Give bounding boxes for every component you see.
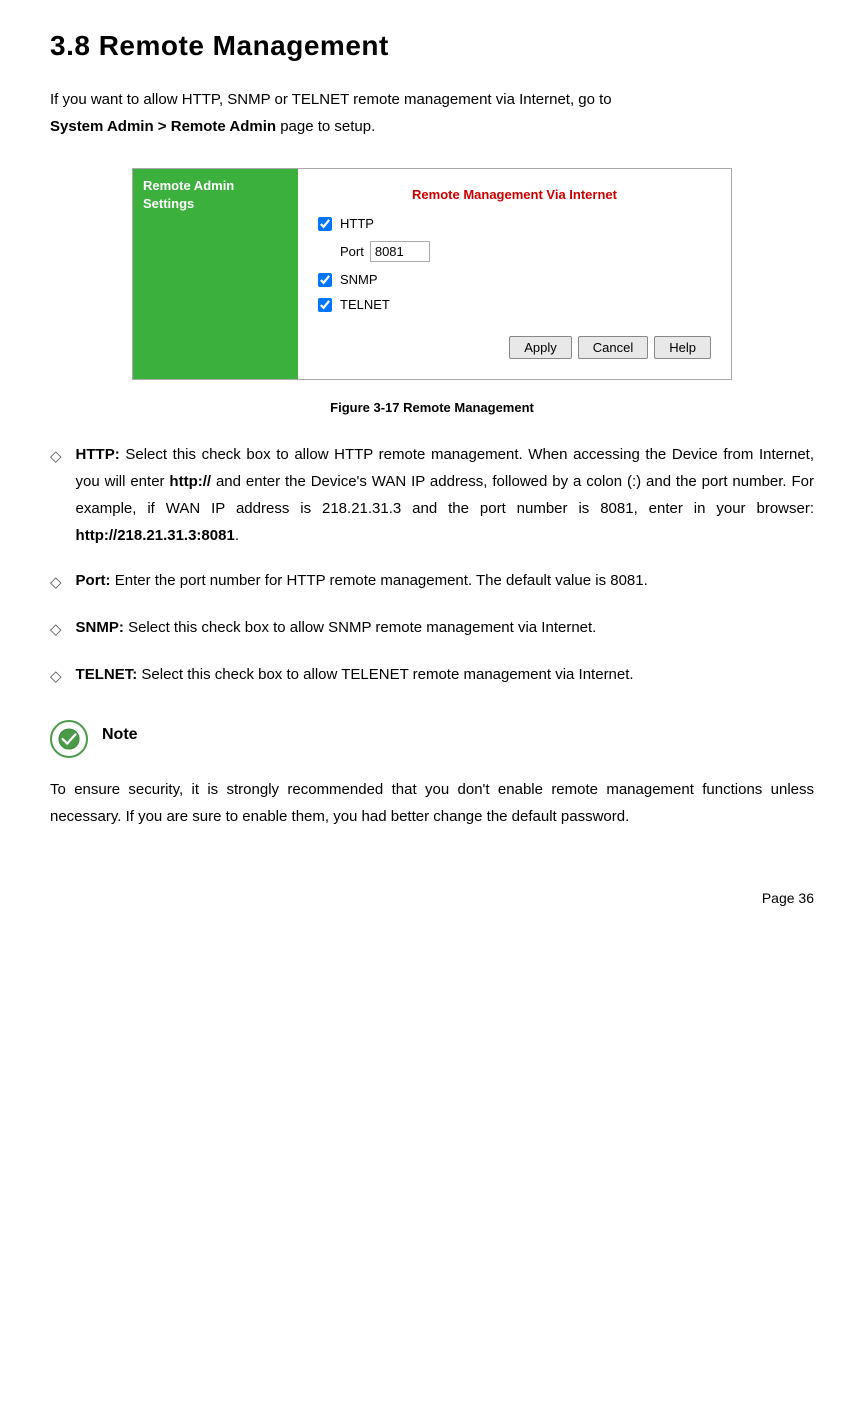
telnet-label: TELNET [340, 297, 390, 312]
figure-caption: Figure 3-17 Remote Management [50, 400, 814, 415]
port-input[interactable]: 8081 [370, 241, 430, 262]
apply-button[interactable]: Apply [509, 336, 572, 359]
desc-port-text: Enter the port number for HTTP remote ma… [115, 572, 648, 589]
port-row: Port 8081 [318, 241, 711, 262]
telnet-checkbox[interactable] [318, 298, 332, 312]
page-number: Page 36 [50, 890, 814, 906]
note-icon [50, 720, 88, 758]
intro-paragraph: If you want to allow HTTP, SNMP or TELNE… [50, 86, 814, 140]
intro-bold: System Admin > Remote Admin [50, 118, 276, 135]
port-label: Port [340, 244, 364, 259]
cancel-button[interactable]: Cancel [578, 336, 648, 359]
list-item: ◇ TELNET: Select this check box to allow… [50, 661, 814, 690]
list-item: ◇ HTTP: Select this check box to allow H… [50, 441, 814, 549]
http-label: HTTP [340, 216, 374, 231]
sidebar-label: Remote Admin Settings [143, 177, 288, 213]
diamond-icon: ◇ [50, 616, 62, 643]
list-item: ◇ Port: Enter the port number for HTTP r… [50, 567, 814, 596]
diamond-icon: ◇ [50, 663, 62, 690]
note-title: Note [102, 726, 138, 744]
term-telnet: TELNET: [76, 666, 138, 683]
checkmark-svg [58, 728, 80, 750]
main-panel: Remote Management Via Internet HTTP Port… [298, 169, 731, 379]
desc-snmp: SNMP: Select this check box to allow SNM… [76, 614, 814, 641]
sidebar-panel: Remote Admin Settings [133, 169, 298, 379]
list-item: ◇ SNMP: Select this check box to allow S… [50, 614, 814, 643]
term-snmp: SNMP: [76, 619, 124, 636]
panel-title: Remote Management Via Internet [318, 187, 711, 202]
diamond-icon: ◇ [50, 569, 62, 596]
snmp-label: SNMP [340, 272, 378, 287]
help-button[interactable]: Help [654, 336, 711, 359]
desc-telnet-text: Select this check box to allow TELENET r… [141, 666, 633, 683]
desc-telnet: TELNET: Select this check box to allow T… [76, 661, 814, 688]
snmp-checkbox[interactable] [318, 273, 332, 287]
page-title: 3.8 Remote Management [50, 30, 814, 62]
desc-http-text: Select this check box to allow HTTP remo… [76, 446, 814, 544]
desc-snmp-text: Select this check box to allow SNMP remo… [128, 619, 596, 636]
note-content: Note [102, 720, 138, 744]
desc-port: Port: Enter the port number for HTTP rem… [76, 567, 814, 594]
telnet-row: TELNET [318, 297, 711, 312]
http-checkbox[interactable] [318, 217, 332, 231]
note-text: To ensure security, it is strongly recom… [50, 776, 814, 830]
button-row: Apply Cancel Help [318, 336, 711, 359]
intro-rest: page to setup. [276, 118, 375, 135]
intro-text1: If you want to allow HTTP, SNMP or TELNE… [50, 91, 612, 108]
snmp-row: SNMP [318, 272, 711, 287]
note-section: Note [50, 720, 814, 758]
term-port: Port: [76, 572, 111, 589]
term-http: HTTP: [76, 446, 120, 463]
http-row: HTTP [318, 216, 711, 231]
router-ui-screenshot: Remote Admin Settings Remote Management … [132, 168, 732, 380]
diamond-icon: ◇ [50, 443, 62, 470]
description-list: ◇ HTTP: Select this check box to allow H… [50, 441, 814, 690]
desc-http: HTTP: Select this check box to allow HTT… [76, 441, 814, 549]
